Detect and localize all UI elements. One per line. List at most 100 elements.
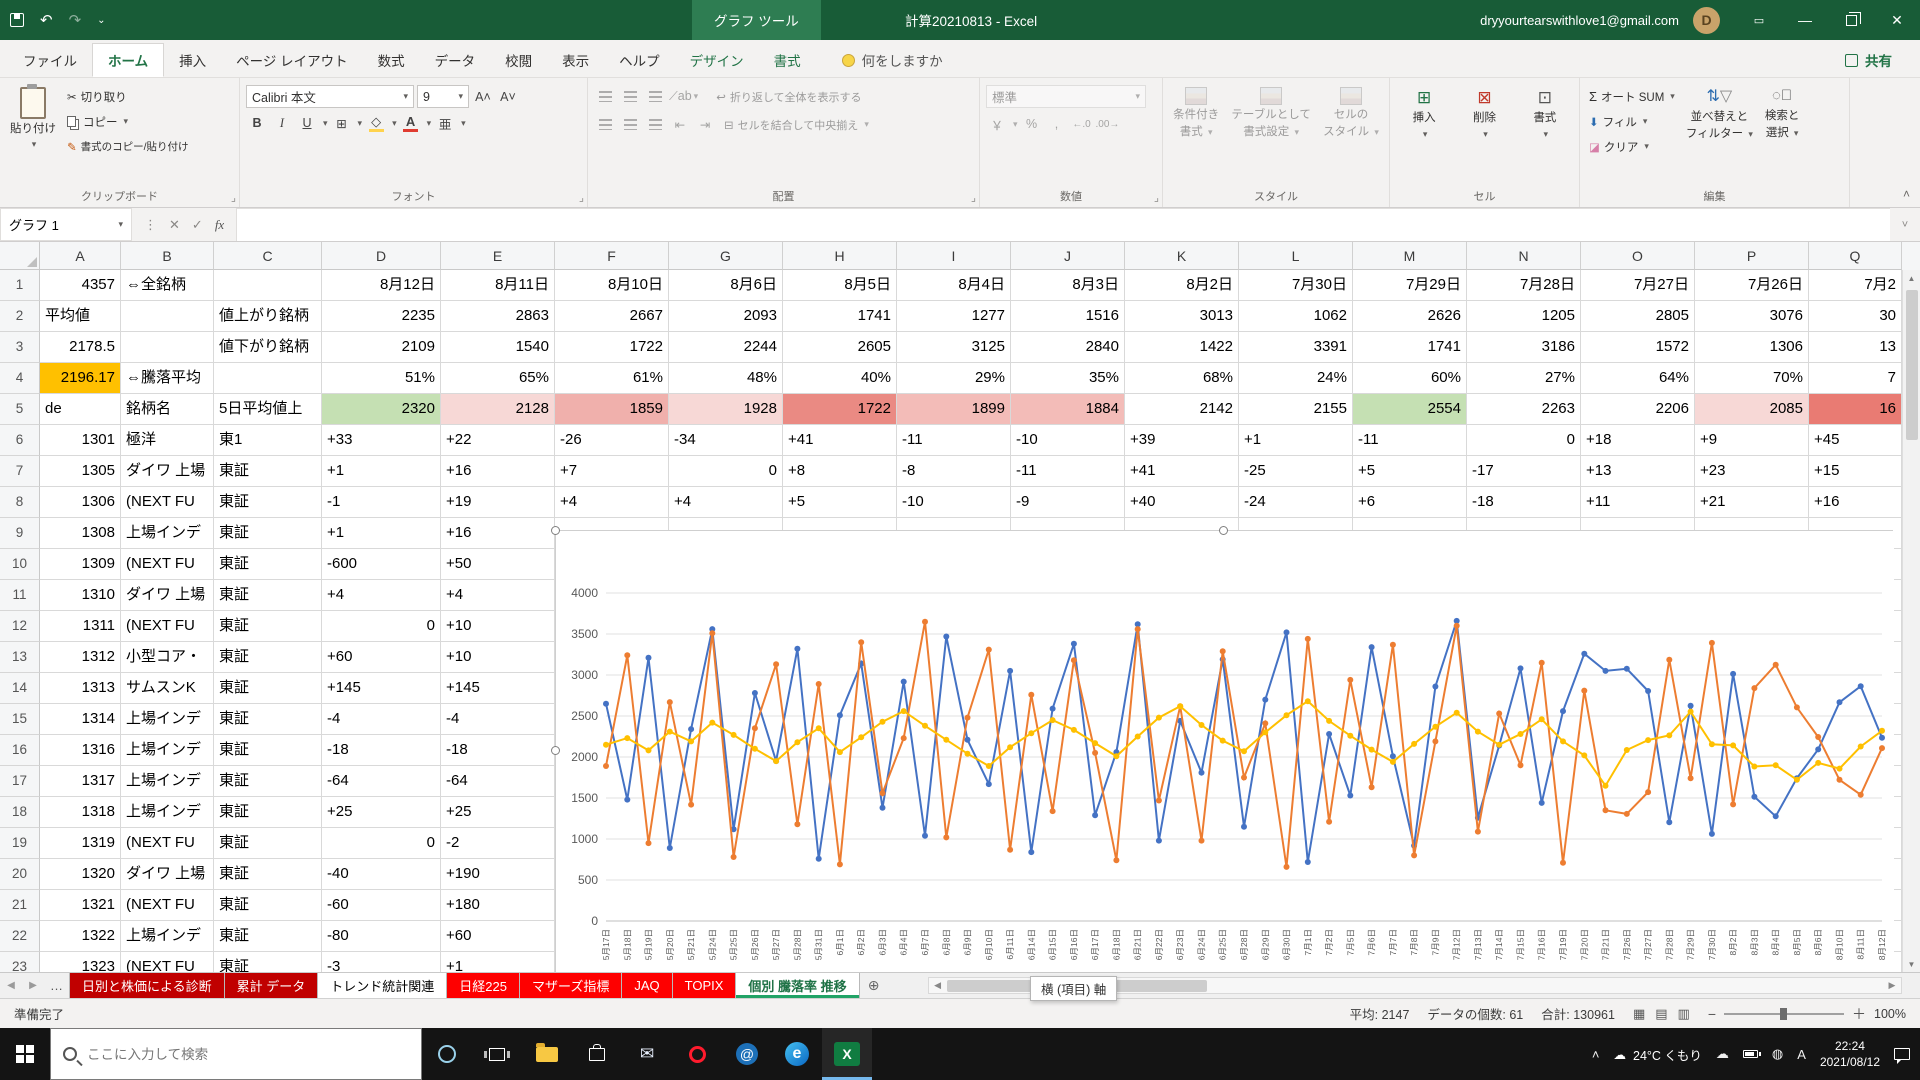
cell-M3[interactable]: 1741 [1353,332,1467,363]
chart-handle-left-middle[interactable] [551,746,560,755]
row-header-17[interactable]: 17 [0,766,40,797]
taskbar-clock[interactable]: 22:24 2021/08/12 [1820,1038,1880,1070]
cell-E12[interactable]: +10 [441,611,555,642]
file-explorer-button[interactable] [522,1028,572,1080]
cell-D6[interactable]: +33 [322,425,441,456]
row-header-8[interactable]: 8 [0,487,40,518]
notification-center-icon[interactable] [1894,1048,1910,1060]
cell-F5[interactable]: 1859 [555,394,669,425]
chart-handle-top-left[interactable] [551,526,560,535]
cell-B21[interactable]: (NEXT FU [121,890,214,921]
cell-A9[interactable]: 1308 [40,518,121,549]
cell-A7[interactable]: 1305 [40,456,121,487]
paste-button[interactable]: 貼り付け ▾ [6,83,60,185]
column-header-I[interactable]: I [897,242,1011,270]
row-header-22[interactable]: 22 [0,921,40,952]
sheet-tab-マザーズ指標[interactable]: マザーズ指標 [520,973,622,998]
cell-L7[interactable]: -25 [1239,456,1353,487]
cell-C6[interactable]: 東1 [214,425,322,456]
row-header-15[interactable]: 15 [0,704,40,735]
window-restore-button[interactable] [1828,0,1874,40]
cell-O8[interactable]: +11 [1581,487,1695,518]
zoom-in-icon[interactable]: ＋ [1852,1004,1866,1024]
formula-input[interactable] [237,208,1890,241]
cell-C1[interactable] [214,270,322,301]
format-painter-button[interactable]: ✎書式のコピー/貼り付け [64,135,192,158]
cut-button[interactable]: ✂切り取り [64,85,192,108]
cell-Q3[interactable]: 13 [1809,332,1902,363]
cell-G4[interactable]: 48% [669,363,783,394]
normal-view-icon[interactable]: ▦ [1633,1006,1645,1022]
cortana-button[interactable] [422,1028,472,1080]
cell-B20[interactable]: ダイワ 上場 [121,859,214,890]
italic-button[interactable]: I [271,112,293,134]
cell-C22[interactable]: 東証 [214,921,322,952]
cell-I4[interactable]: 29% [897,363,1011,394]
cell-I2[interactable]: 1277 [897,301,1011,332]
cell-K1[interactable]: 8月2日 [1125,270,1239,301]
cell-J8[interactable]: -9 [1011,487,1125,518]
page-layout-view-icon[interactable]: ▤ [1655,1006,1667,1022]
cell-N6[interactable]: 0 [1467,425,1581,456]
cell-D10[interactable]: -600 [322,549,441,580]
cell-P3[interactable]: 1306 [1695,332,1809,363]
cell-K2[interactable]: 3013 [1125,301,1239,332]
start-button[interactable] [0,1028,50,1080]
customize-quick-access-icon[interactable]: ⌄ [97,15,105,26]
search-input[interactable] [87,1047,409,1062]
sheet-nav-left-icon[interactable]: ◀ [0,973,22,998]
row-header-4[interactable]: 4 [0,363,40,394]
cell-C4[interactable] [214,363,322,394]
cell-N5[interactable]: 2263 [1467,394,1581,425]
align-top-button[interactable] [594,86,616,108]
column-header-O[interactable]: O [1581,242,1695,270]
cell-styles-button[interactable]: セルの スタイル ▾ [1319,83,1383,185]
cell-Q1[interactable]: 7月2 [1809,270,1902,301]
cell-C18[interactable]: 東証 [214,797,322,828]
column-header-F[interactable]: F [555,242,669,270]
cell-Q5[interactable]: 16 [1809,394,1902,425]
cell-B12[interactable]: (NEXT FU [121,611,214,642]
ime-indicator[interactable]: A [1797,1047,1806,1062]
cell-L6[interactable]: +1 [1239,425,1353,456]
network-icon[interactable]: ◍ [1772,1046,1783,1062]
sheet-tab-個別 騰落率 推移[interactable]: 個別 騰落率 推移 [736,973,859,998]
clipboard-dialog-launcher[interactable]: ⌟ [231,193,236,204]
font-size-select[interactable]: 9▾ [417,85,469,108]
clear-button[interactable]: ◪クリア▾ [1586,135,1678,158]
cell-C2[interactable]: 値上がり銘柄 [214,301,322,332]
cell-D3[interactable]: 2109 [322,332,441,363]
cell-H3[interactable]: 2605 [783,332,897,363]
copy-button[interactable]: コピー▾ [64,110,192,133]
cell-N8[interactable]: -18 [1467,487,1581,518]
avatar[interactable]: D [1693,7,1720,34]
cell-E18[interactable]: +25 [441,797,555,828]
zoom-slider-thumb[interactable] [1780,1008,1787,1020]
cell-N7[interactable]: -17 [1467,456,1581,487]
cell-L8[interactable]: -24 [1239,487,1353,518]
insert-cells-button[interactable]: ⊞ 挿入▾ [1409,83,1440,185]
cell-N1[interactable]: 7月28日 [1467,270,1581,301]
cell-C14[interactable]: 東証 [214,673,322,704]
sheet-tab-JAQ[interactable]: JAQ [622,973,672,998]
underline-button[interactable]: U [296,112,318,134]
cell-B23[interactable]: (NEXT FU [121,952,214,972]
number-format-select[interactable]: 標準▾ [986,85,1146,108]
cell-Q4[interactable]: 7 [1809,363,1902,394]
cell-B17[interactable]: 上場インデ [121,766,214,797]
cell-A6[interactable]: 1301 [40,425,121,456]
ribbon-tab-書式[interactable]: 書式 [759,43,816,77]
cell-E17[interactable]: -64 [441,766,555,797]
sheet-nav-right-icon[interactable]: ▶ [22,973,44,998]
cell-E19[interactable]: -2 [441,828,555,859]
cell-M8[interactable]: +6 [1353,487,1467,518]
cell-E20[interactable]: +190 [441,859,555,890]
store-button[interactable] [572,1028,622,1080]
cell-E11[interactable]: +4 [441,580,555,611]
row-header-19[interactable]: 19 [0,828,40,859]
cell-A1[interactable]: 4357 [40,270,121,301]
phonetic-guide-button[interactable]: 亜 [434,112,456,134]
cell-D13[interactable]: +60 [322,642,441,673]
edge-button[interactable]: e [772,1028,822,1080]
cell-M4[interactable]: 60% [1353,363,1467,394]
